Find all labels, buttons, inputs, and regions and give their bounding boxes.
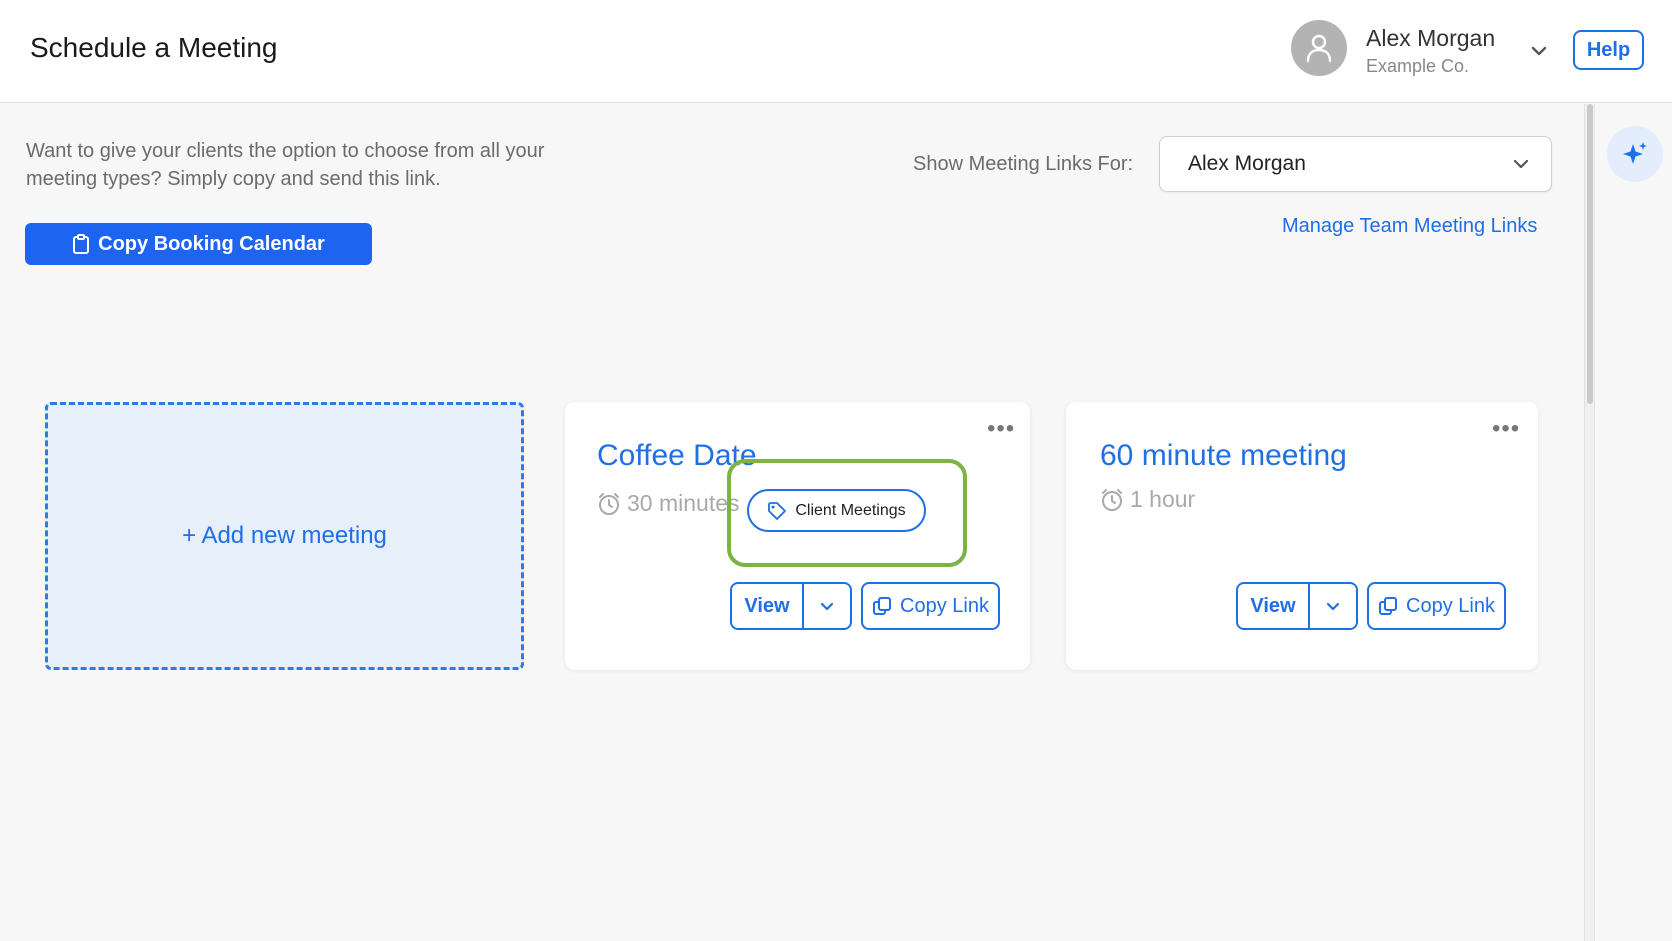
copy-icon — [873, 597, 892, 615]
sparkle-icon — [1623, 142, 1647, 164]
chevron-down-icon[interactable] — [1528, 40, 1550, 62]
scrollbar[interactable] — [1584, 104, 1594, 941]
meeting-card: 60 minute meeting ••• 1 hour View Copy L… — [1066, 402, 1538, 670]
clipboard-icon — [73, 234, 90, 254]
user-name[interactable]: Alex Morgan — [1366, 25, 1495, 52]
right-rail — [1594, 104, 1672, 941]
copy-link-label: Copy Link — [1406, 594, 1495, 617]
highlight-outline — [727, 459, 967, 567]
copy-link-button[interactable]: Copy Link — [1367, 582, 1506, 630]
meeting-title[interactable]: 60 minute meeting — [1100, 439, 1347, 473]
copy-booking-calendar-label: Copy Booking Calendar — [98, 232, 325, 255]
ai-assistant-button[interactable] — [1607, 126, 1663, 182]
meeting-links-user-select[interactable]: Alex Morgan — [1159, 136, 1552, 192]
copy-booking-calendar-button[interactable]: Copy Booking Calendar — [25, 223, 372, 265]
more-icon[interactable]: ••• — [987, 417, 1015, 441]
duration-label: 30 minutes — [627, 490, 740, 516]
help-button[interactable]: Help — [1573, 30, 1644, 70]
show-links-label: Show Meeting Links For: — [913, 153, 1134, 175]
view-button[interactable]: View — [732, 584, 804, 628]
chevron-down-icon — [1326, 602, 1340, 611]
more-icon[interactable]: ••• — [1492, 417, 1520, 441]
clock-icon — [599, 492, 619, 515]
chevron-down-icon — [820, 602, 834, 611]
meeting-duration: 1 hour — [1100, 486, 1195, 513]
view-dropdown-button[interactable] — [804, 584, 850, 628]
copy-icon — [1379, 597, 1398, 615]
view-button-group: View — [1236, 582, 1358, 630]
top-bar: Schedule a Meeting Alex Morgan Example C… — [0, 0, 1672, 103]
view-button-group: View — [730, 582, 852, 630]
copy-link-button[interactable]: Copy Link — [861, 582, 1000, 630]
view-button[interactable]: View — [1238, 584, 1310, 628]
scroll-thumb[interactable] — [1587, 104, 1593, 404]
clock-icon — [1102, 488, 1122, 511]
chevron-down-icon — [1513, 159, 1529, 169]
user-icon — [1306, 34, 1332, 63]
manage-team-meeting-links[interactable]: Manage Team Meeting Links — [1282, 215, 1537, 238]
user-company: Example Co. — [1366, 56, 1470, 76]
add-new-meeting-label: + Add new meeting — [182, 522, 387, 549]
intro-text: Want to give your clients the option to … — [26, 140, 545, 190]
avatar[interactable] — [1291, 20, 1347, 76]
add-new-meeting-card[interactable]: + Add new meeting — [45, 402, 524, 670]
page-title: Schedule a Meeting — [30, 32, 278, 63]
copy-link-label: Copy Link — [900, 594, 989, 617]
meeting-duration: 30 minutes — [597, 490, 740, 517]
view-dropdown-button[interactable] — [1310, 584, 1356, 628]
duration-label: 1 hour — [1130, 486, 1196, 512]
select-value: Alex Morgan — [1188, 152, 1306, 175]
